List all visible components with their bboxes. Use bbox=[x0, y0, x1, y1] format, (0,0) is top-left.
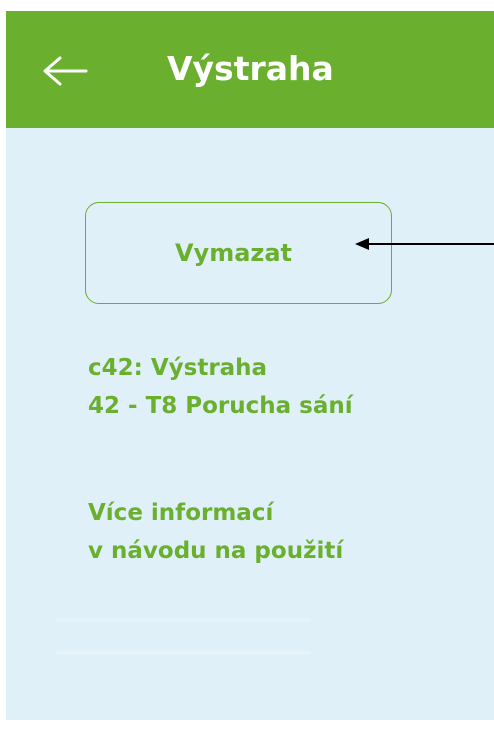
alarm-screen: Výstraha Vymazat c42: Výstraha 42 - T8 P… bbox=[6, 11, 494, 720]
clear-button[interactable]: Vymazat bbox=[85, 202, 392, 304]
more-info-line-1: Více informací bbox=[88, 500, 274, 526]
more-info-line-2: v návodu na použití bbox=[88, 538, 344, 564]
back-arrow-icon[interactable] bbox=[40, 55, 88, 87]
more-info-message: Více informací v návodu na použití bbox=[88, 494, 343, 570]
faint-divider bbox=[56, 618, 311, 622]
clear-button-label: Vymazat bbox=[174, 239, 293, 267]
warning-message: c42: Výstraha 42 - T8 Porucha sání bbox=[88, 349, 353, 425]
warning-code-line: c42: Výstraha bbox=[88, 355, 268, 381]
annotation-arrow-icon bbox=[355, 238, 494, 250]
warning-detail-line: 42 - T8 Porucha sání bbox=[88, 393, 353, 419]
header-bar: Výstraha bbox=[6, 11, 494, 128]
page-title: Výstraha bbox=[167, 49, 334, 88]
faint-divider bbox=[56, 651, 311, 655]
